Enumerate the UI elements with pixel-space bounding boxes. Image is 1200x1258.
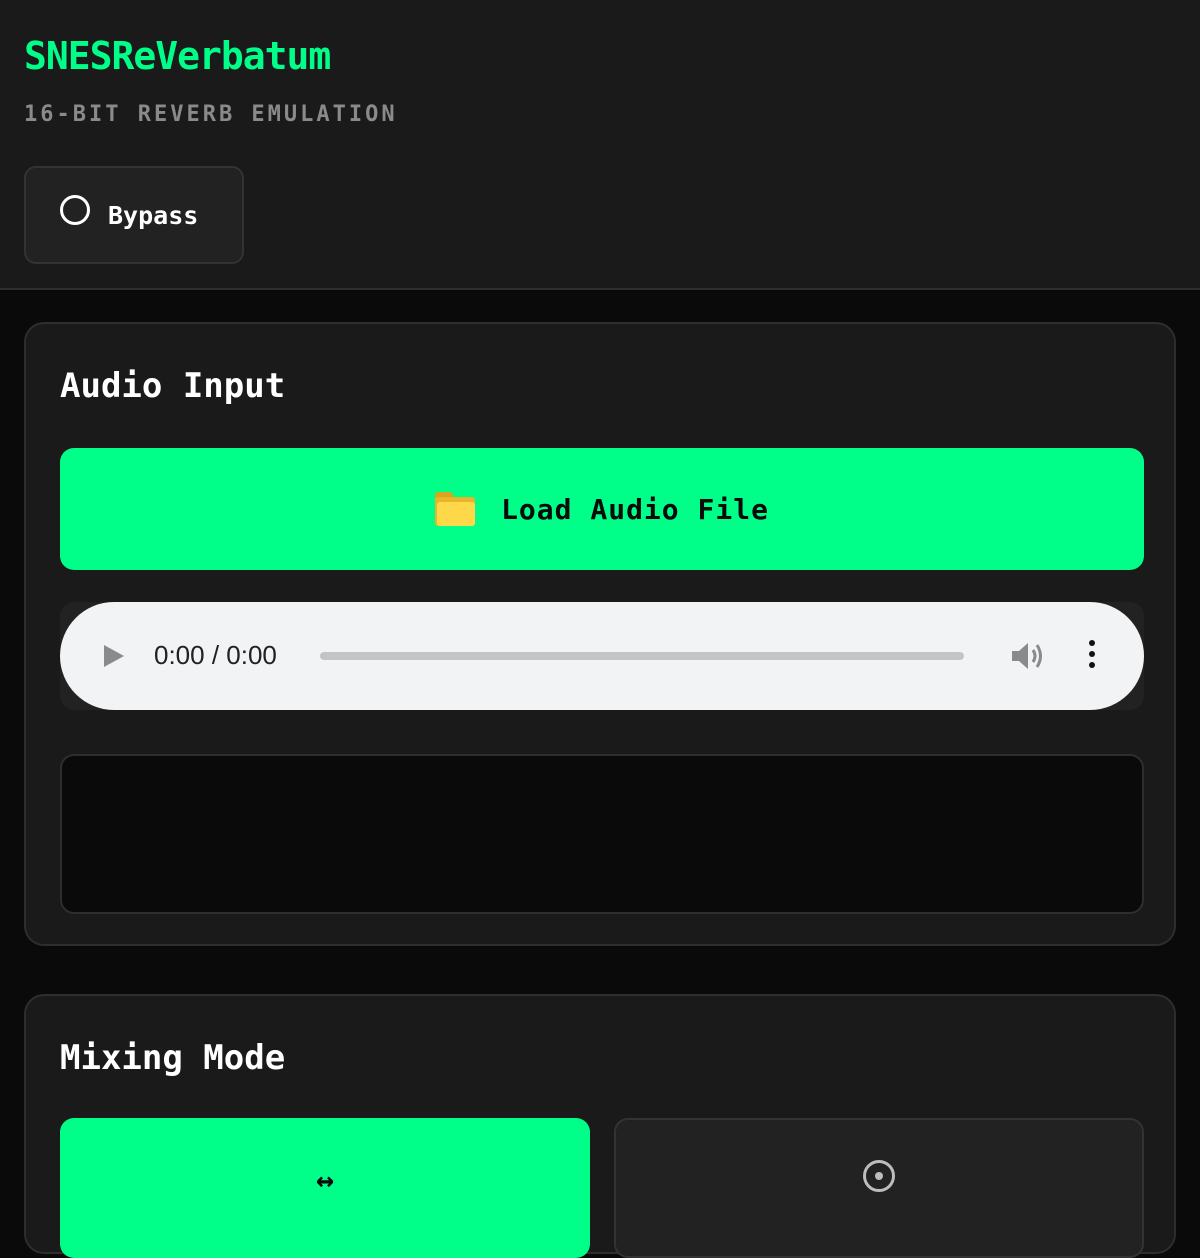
play-icon[interactable] bbox=[104, 645, 124, 667]
app-subtitle: 16-BIT REVERB EMULATION bbox=[24, 102, 398, 127]
volume-icon[interactable] bbox=[1010, 640, 1046, 672]
bypass-button[interactable]: Bypass bbox=[24, 166, 244, 264]
audio-player-container: 0:00 / 0:00 bbox=[60, 602, 1144, 710]
mode-stereo-button[interactable]: ↔ bbox=[60, 1118, 590, 1258]
app-header: SNESReVerbatum 16-BIT REVERB EMULATION B… bbox=[0, 0, 1200, 290]
audio-player: 0:00 / 0:00 bbox=[60, 602, 1144, 710]
circle-icon bbox=[60, 195, 90, 225]
audio-input-title: Audio Input bbox=[60, 366, 286, 406]
waveform-display bbox=[60, 754, 1144, 914]
bypass-label: Bypass bbox=[108, 200, 199, 230]
load-audio-button[interactable]: Load Audio File bbox=[60, 448, 1144, 570]
arrows-horizontal-icon: ↔ bbox=[315, 1163, 335, 1198]
app-title: SNESReVerbatum bbox=[24, 34, 331, 78]
circle-dot-icon bbox=[863, 1160, 895, 1192]
progress-slider[interactable] bbox=[320, 652, 964, 660]
time-display: 0:00 / 0:00 bbox=[154, 640, 277, 670]
folder-icon bbox=[435, 492, 476, 526]
mode-mono-button[interactable] bbox=[614, 1118, 1144, 1258]
more-options-icon[interactable] bbox=[1086, 640, 1098, 672]
mixing-mode-panel: Mixing Mode ↔ bbox=[24, 994, 1176, 1258]
mixing-mode-title: Mixing Mode bbox=[60, 1038, 286, 1078]
load-audio-label: Load Audio File bbox=[501, 492, 769, 526]
audio-input-panel: Audio Input Load Audio File 0:00 / 0:00 bbox=[24, 322, 1176, 946]
